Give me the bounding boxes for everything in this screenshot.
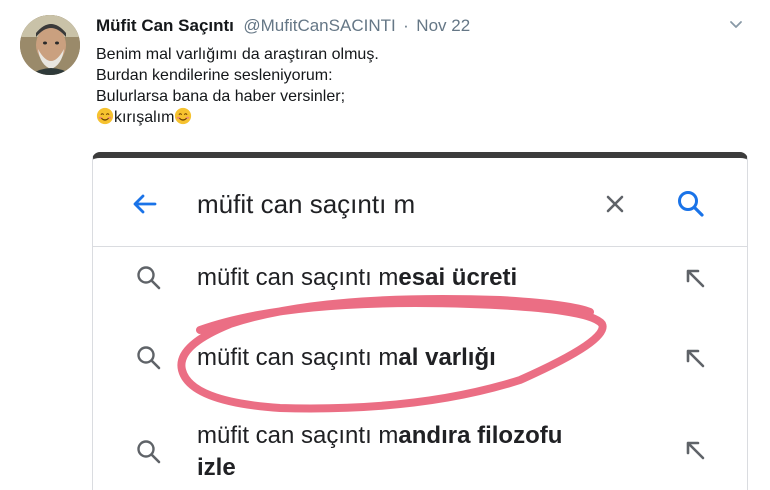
- search-bar: [93, 158, 747, 247]
- suggestion-prefix: müfit can saçıntı m: [197, 264, 399, 291]
- tweet-header: Müfit Can Saçıntı @MufitCanSACINTI · Nov…: [96, 16, 746, 40]
- tweet: Müfit Can Saçıntı @MufitCanSACINTI · Nov…: [0, 0, 770, 490]
- author-handle[interactable]: @MufitCanSACINTI: [243, 16, 395, 35]
- suggestion-completion: esai ücreti: [398, 264, 518, 291]
- tweet-line: Benim mal varlığımı da araştıran olmuş.: [96, 46, 379, 63]
- arrow-up-left-icon[interactable]: [683, 346, 707, 370]
- attached-screenshot[interactable]: müfit can saçıntı mesai ücreti müfit can…: [92, 152, 748, 490]
- suggestion-prefix: müfit can saçıntı m: [197, 422, 399, 449]
- suggestion-text: müfit can saçıntı mandıra filozofu izle: [197, 420, 667, 484]
- suggestion-text: müfit can saçıntı mal varlığı: [197, 342, 667, 374]
- search-icon: [137, 440, 161, 464]
- tweet-date[interactable]: Nov 22: [416, 16, 470, 35]
- tweet-line: Bulurlarsa bana da haber versinler;: [96, 88, 346, 105]
- suggestion-item[interactable]: müfit can saçıntı mesai ücreti: [93, 254, 747, 310]
- search-input[interactable]: [197, 186, 577, 222]
- suggestion-completion: al varlığı: [398, 344, 496, 371]
- smiling-face-emoji-icon: [96, 107, 114, 125]
- suggestion-item[interactable]: müfit can saçıntı mandıra filozofu izle: [93, 416, 747, 490]
- smiling-face-emoji-icon: [175, 107, 192, 125]
- search-icon[interactable]: [675, 188, 707, 220]
- search-icon: [137, 346, 161, 370]
- tweet-text: Benim mal varlığımı da araştıran olmuş. …: [96, 44, 379, 128]
- separator-dot: ·: [403, 16, 409, 35]
- avatar[interactable]: [20, 15, 80, 75]
- suggestion-item[interactable]: müfit can saçıntı mal varlığı: [93, 334, 747, 390]
- tweet-last-word: kırışalım: [114, 109, 175, 126]
- author-name[interactable]: Müfit Can Saçıntı: [96, 16, 234, 35]
- arrow-up-left-icon[interactable]: [683, 266, 707, 290]
- arrow-up-left-icon[interactable]: [683, 438, 707, 462]
- search-icon: [137, 266, 161, 290]
- tweet-line-last: kırışalım: [96, 107, 379, 128]
- suggestion-completion: andıra filozofu: [398, 422, 563, 449]
- tweet-line: Burdan kendilerine sesleniyorum:: [96, 67, 333, 84]
- suggestion-completion-line2: izle: [197, 454, 236, 481]
- back-arrow-icon[interactable]: [129, 188, 161, 220]
- suggestion-prefix: müfit can saçıntı m: [197, 344, 399, 371]
- close-icon[interactable]: [603, 192, 627, 216]
- chevron-down-icon[interactable]: [726, 14, 746, 34]
- suggestion-text: müfit can saçıntı mesai ücreti: [197, 262, 667, 294]
